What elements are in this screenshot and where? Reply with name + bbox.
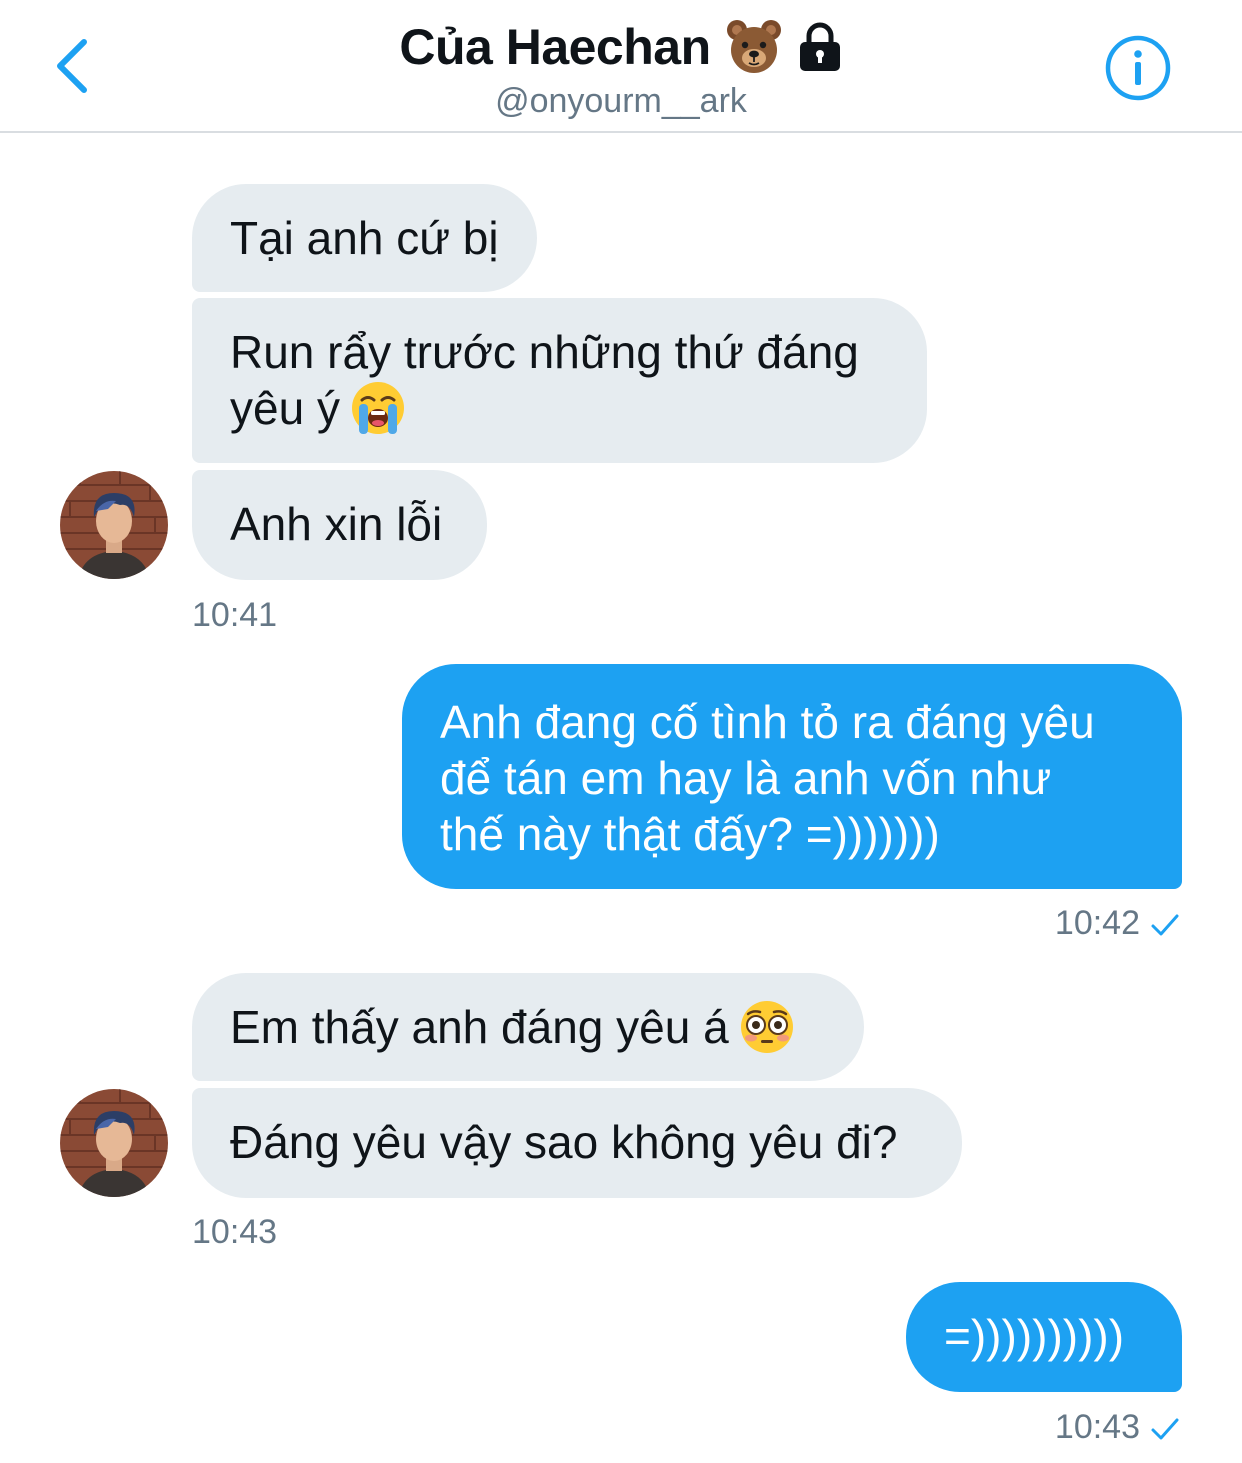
incoming-message-bubble[interactable]: Anh xin lỗi bbox=[192, 470, 487, 580]
incoming-message-bubble[interactable]: Run rẩy trước những thứ đáng yêu ý bbox=[192, 298, 927, 463]
avatar[interactable] bbox=[60, 471, 168, 579]
message-timestamp: 10:42 bbox=[1054, 904, 1140, 942]
info-button[interactable] bbox=[1104, 34, 1172, 102]
incoming-message-bubble[interactable]: Em thấy anh đáng yêu á bbox=[192, 973, 864, 1081]
message-text: Tại anh cứ bị bbox=[230, 212, 499, 264]
lock-icon bbox=[799, 22, 840, 71]
check-icon bbox=[1151, 1418, 1179, 1440]
message-timestamp: 10:43 bbox=[1054, 1408, 1140, 1446]
message-text-line: thế này thật đấy? =))))))) bbox=[440, 808, 940, 860]
message-text: =)))))))))) bbox=[944, 1310, 1125, 1362]
message-text: Anh xin lỗi bbox=[230, 498, 443, 550]
check-icon bbox=[1151, 914, 1179, 936]
message-timestamp: 10:43 bbox=[192, 1213, 278, 1251]
conversation-handle: @onyourm__ark bbox=[495, 82, 747, 120]
message-text: yêu ý bbox=[230, 382, 340, 434]
message-timestamp: 10:41 bbox=[192, 596, 278, 634]
message-timestamp-row: 10:43 bbox=[900, 1408, 1180, 1447]
message-text: Đáng yêu vậy sao không yêu đi? bbox=[230, 1116, 898, 1168]
incoming-message-bubble[interactable]: Đáng yêu vậy sao không yêu đi? bbox=[192, 1088, 962, 1198]
message-text-line-2: yêu ý bbox=[230, 380, 889, 440]
flushed-face-icon bbox=[740, 1000, 793, 1053]
outgoing-message-bubble[interactable]: Anh đang cố tình tỏ ra đáng yêu để tán e… bbox=[402, 664, 1182, 889]
profile-photo bbox=[60, 1089, 168, 1197]
title-block[interactable]: Của Haechan @onyourm__ark bbox=[0, 18, 1242, 121]
conversation-header: Của Haechan @onyourm__ark bbox=[0, 0, 1242, 133]
message-timestamp-row: 10:42 bbox=[900, 904, 1180, 943]
bear-face-icon bbox=[726, 20, 781, 73]
conversation-title: Của Haechan bbox=[399, 19, 711, 75]
message-text-line: Run rẩy trước những thứ đáng bbox=[230, 326, 859, 378]
avatar[interactable] bbox=[60, 1089, 168, 1197]
message-text: Em thấy anh đáng yêu á bbox=[230, 1001, 729, 1053]
message-text-line: để tán em hay là anh vốn như bbox=[440, 752, 1052, 804]
message-text-line: Anh đang cố tình tỏ ra đáng yêu bbox=[440, 696, 1095, 748]
info-circle-icon bbox=[1105, 35, 1171, 101]
profile-photo bbox=[60, 471, 168, 579]
loudly-crying-face-icon bbox=[351, 381, 404, 434]
incoming-message-bubble[interactable]: Tại anh cứ bị bbox=[192, 184, 537, 292]
outgoing-message-bubble[interactable]: =)))))))))) bbox=[906, 1282, 1182, 1392]
